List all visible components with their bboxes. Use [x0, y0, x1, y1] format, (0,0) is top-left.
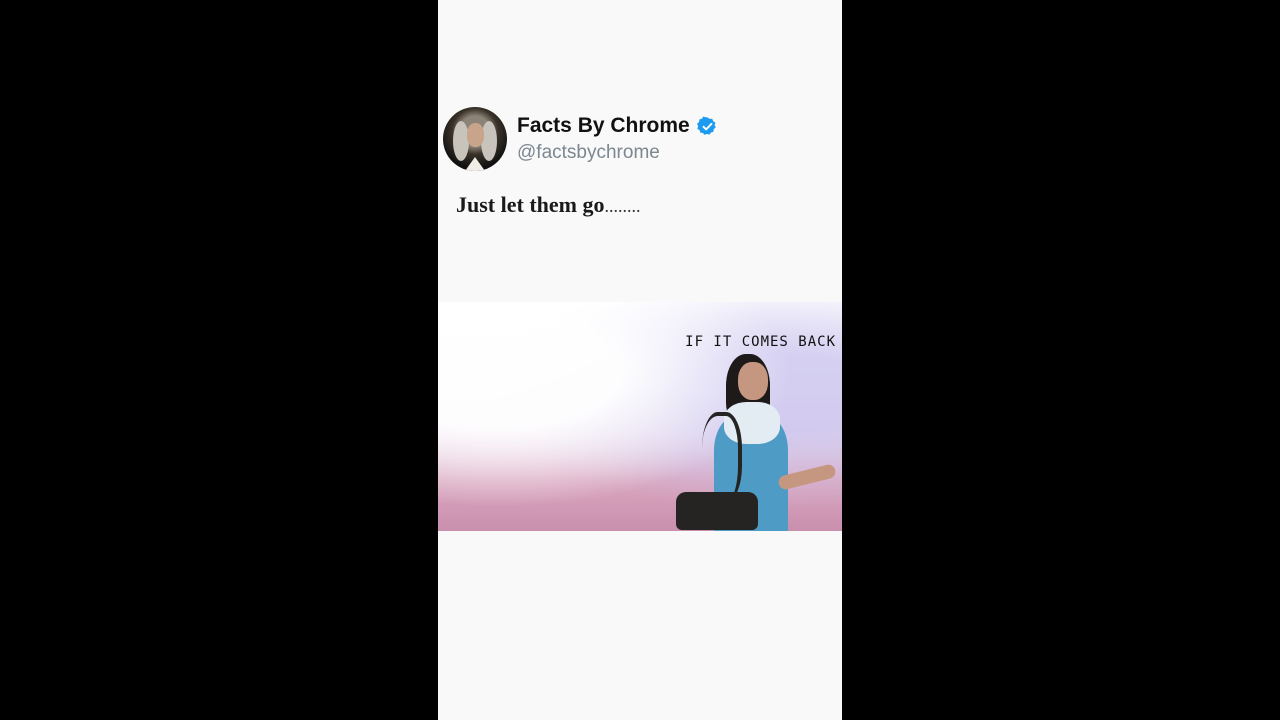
- post-text-main: Just let them go: [456, 192, 605, 217]
- post-text: Just let them go........: [456, 192, 640, 218]
- post-text-dots: ........: [604, 196, 641, 216]
- bag-strap: [702, 412, 742, 502]
- handbag: [676, 492, 758, 530]
- woman-figure: [674, 352, 842, 531]
- video-frame: Facts By Chrome @factsbychrome Just let …: [0, 0, 1280, 720]
- author-info: Facts By Chrome @factsbychrome: [517, 114, 718, 164]
- avatar-hair-left: [453, 121, 469, 161]
- post-media-image[interactable]: IF IT COMES BACK: [438, 302, 842, 531]
- figure-head: [738, 362, 768, 400]
- post-panel: Facts By Chrome @factsbychrome Just let …: [438, 0, 842, 720]
- post-header: Facts By Chrome @factsbychrome: [443, 107, 718, 171]
- handle[interactable]: @factsbychrome: [517, 142, 718, 164]
- avatar-collar: [465, 157, 485, 171]
- avatar-face: [467, 123, 484, 147]
- verified-badge-icon: [696, 116, 716, 135]
- media-caption: IF IT COMES BACK: [685, 334, 836, 350]
- avatar[interactable]: [443, 107, 507, 171]
- avatar-hair-right: [481, 121, 497, 161]
- name-row: Facts By Chrome: [517, 114, 718, 138]
- display-name[interactable]: Facts By Chrome: [517, 114, 690, 138]
